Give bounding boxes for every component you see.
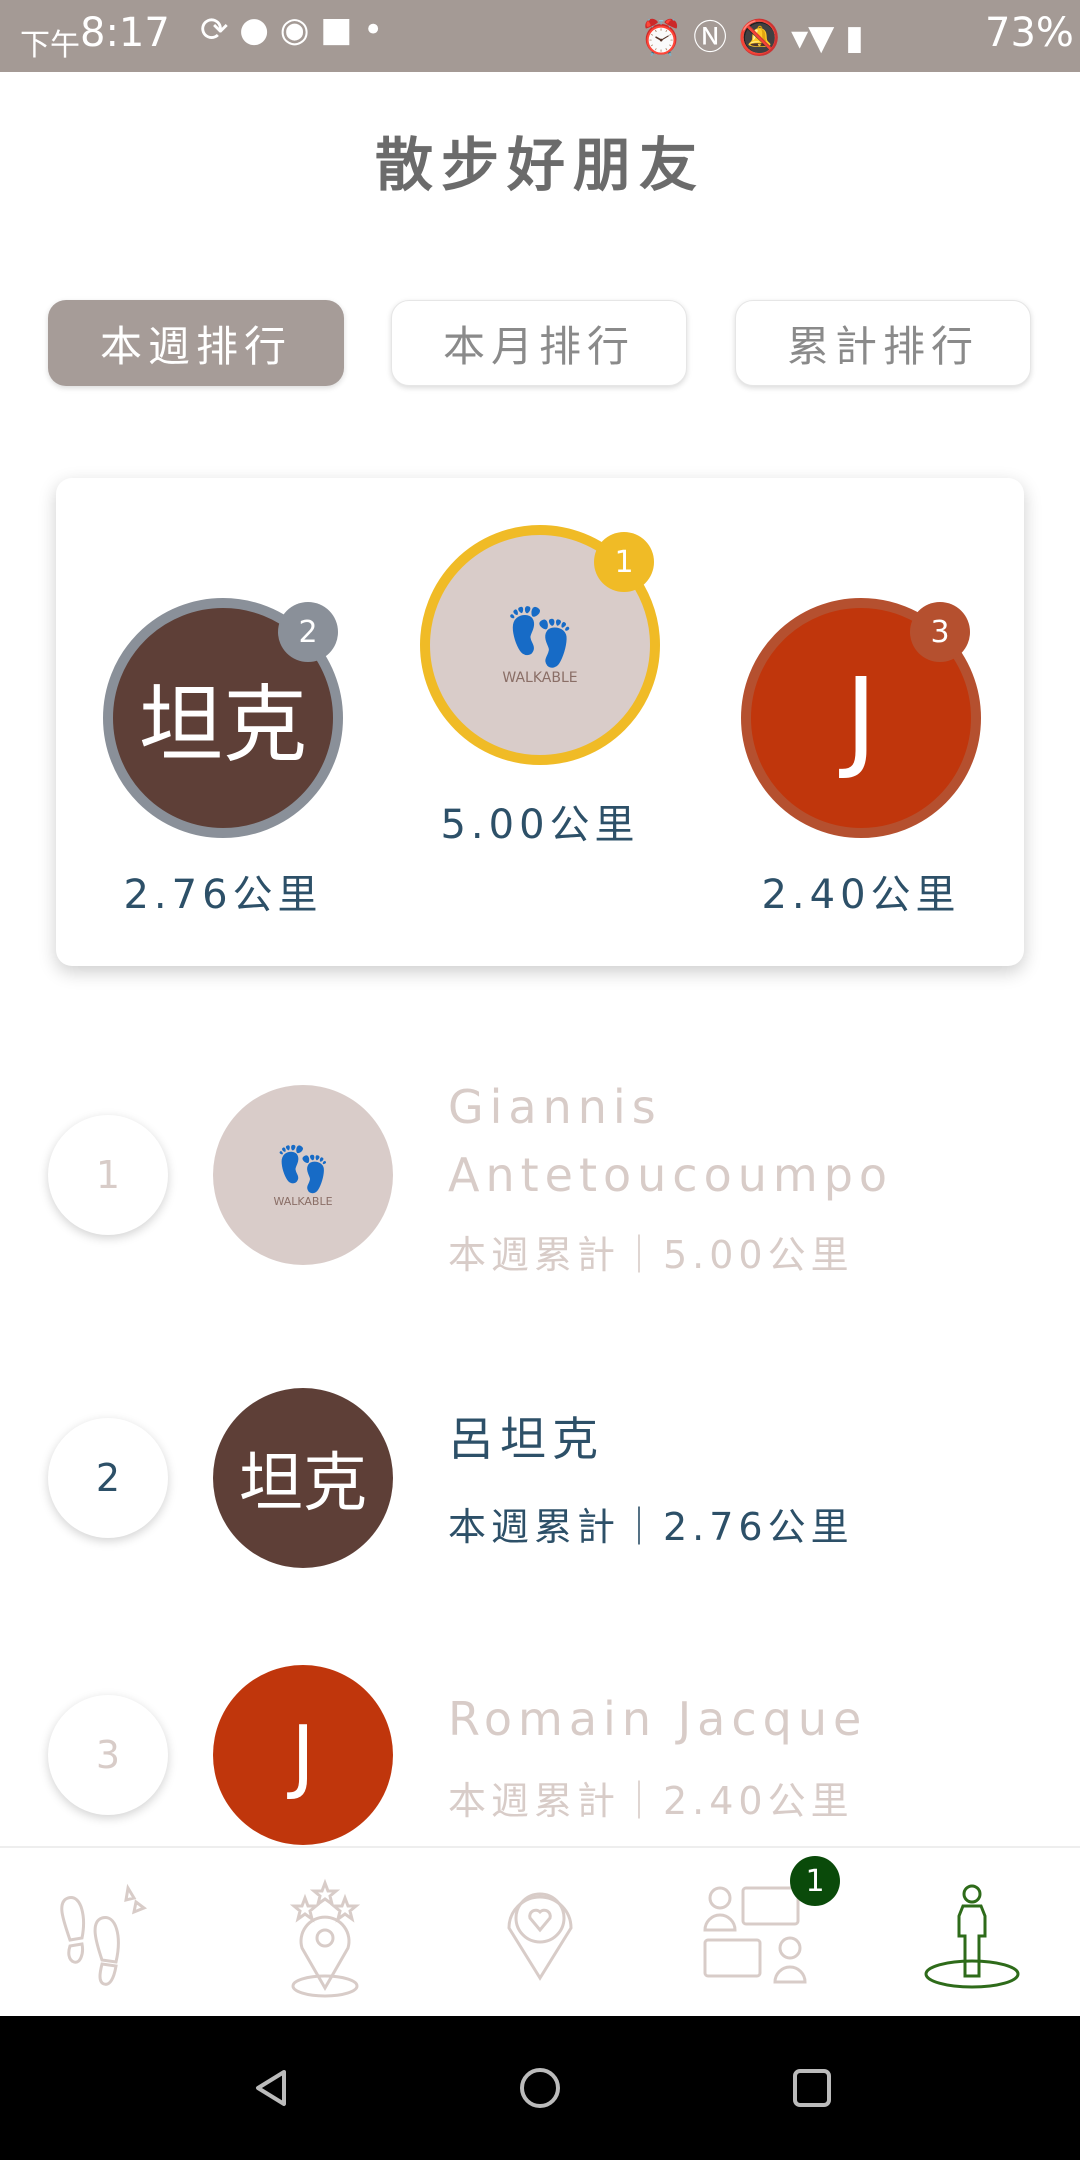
messages-badge: 1 [790,1856,840,1906]
list-name-2: 呂坦克 [448,1412,604,1466]
back-icon[interactable] [250,2066,294,2110]
nav-friends-ranking-icon[interactable] [907,1878,1037,1998]
list-rank-3: 3 [48,1695,168,1815]
walkable-logo: WALKABLE [502,670,578,686]
nav-star-location-icon[interactable] [260,1878,390,1998]
status-notification-icons: ⟳ ● ◉ ■ • [200,10,384,50]
page-title: 散步好朋友 [374,131,705,199]
status-system-icons: ⏰ Ⓝ 🔕 ▾▼ ▮ [640,18,864,58]
tab-weekly[interactable]: 本週排行 [48,300,344,386]
nav-walk-footprints-icon[interactable] [40,1878,170,1998]
nav-heart-location-icon[interactable] [475,1878,605,1998]
home-icon[interactable] [518,2066,562,2110]
podium-rank-badge-3: 3 [910,602,970,662]
tab-monthly[interactable]: 本月排行 [391,300,687,386]
status-bar: 下午 8:17 ⟳ ● ◉ ■ • ⏰ Ⓝ 🔕 ▾▼ ▮ 73% [0,0,1080,72]
podium-distance-3: 2.40公里 [761,872,961,918]
list-name-1-line1: Giannis [448,1080,662,1134]
list-stat-2: 本週累計｜2.76公里 [448,1505,854,1549]
podium-rank-badge-2: 2 [278,602,338,662]
footprints-icon: 👣 [505,605,575,670]
list-avatar-2[interactable]: 坦克 [213,1388,393,1568]
walkable-logo: WALKABLE [273,1194,333,1208]
footprints-icon: 👣 [275,1143,331,1195]
podium-distance-1: 5.00公里 [440,802,640,848]
bottom-nav: 1 [0,1846,1080,2016]
tab-cumulative[interactable]: 累計排行 [735,300,1031,386]
podium-rank-badge-1: 1 [594,532,654,592]
list-stat-1: 本週累計｜5.00公里 [448,1233,854,1277]
system-nav-bar [0,2016,1080,2160]
status-time-prefix: 下午 [20,28,80,63]
list-rank-1: 1 [48,1115,168,1235]
list-avatar-1[interactable]: 👣 WALKABLE [213,1085,393,1265]
battery-percent: 73% [985,10,1074,56]
list-name-1-line2: Antetoucoumpo [448,1148,894,1202]
status-time: 8:17 [80,10,170,56]
list-rank-2: 2 [48,1418,168,1538]
list-stat-3: 本週累計｜2.40公里 [448,1779,854,1823]
list-avatar-3[interactable]: J [213,1665,393,1845]
recents-icon[interactable] [792,2068,832,2108]
podium-distance-2: 2.76公里 [123,872,323,918]
list-name-3: Romain Jacque [448,1692,868,1746]
